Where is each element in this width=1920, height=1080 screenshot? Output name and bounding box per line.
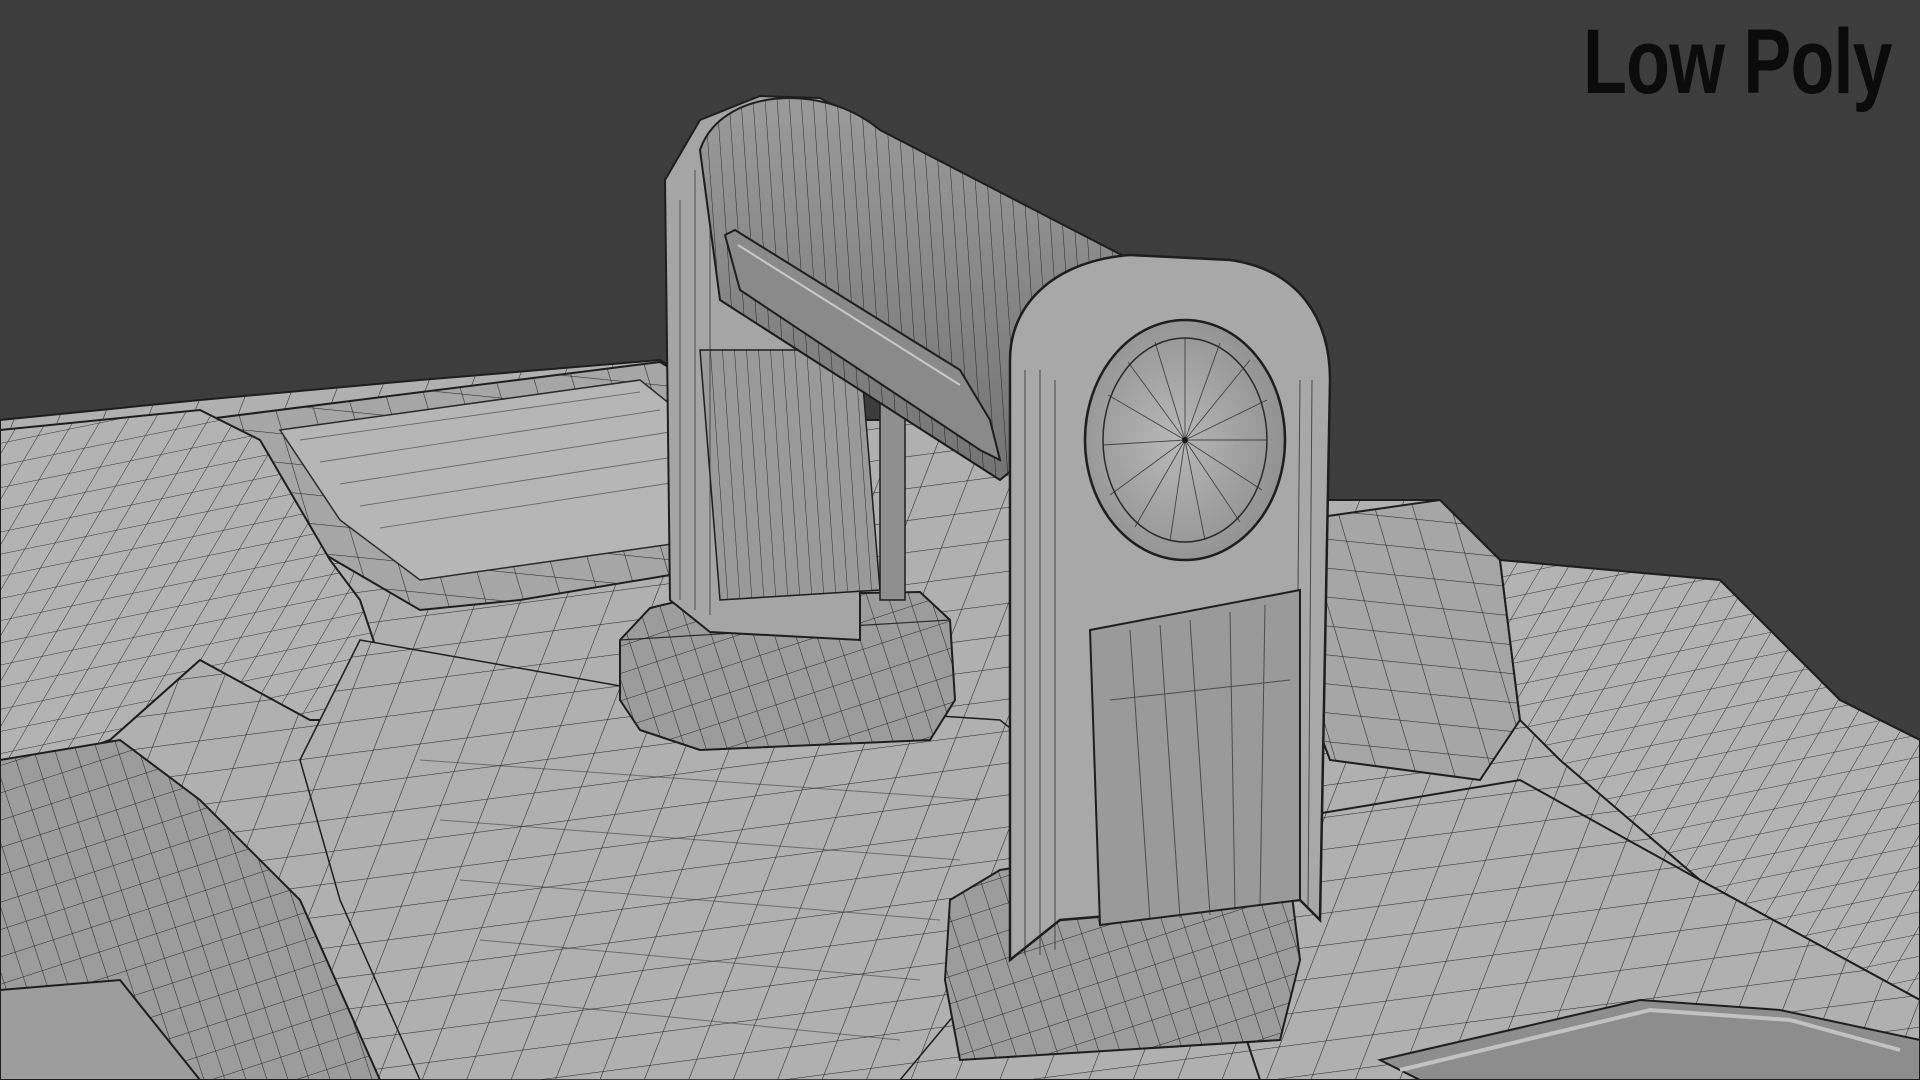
front-post (1008, 253, 1332, 963)
3d-viewport[interactable]: Low Poly (0, 0, 1920, 1080)
render-label: Low Poly (1583, 11, 1893, 113)
wireframe-mesh-render (0, 94, 1920, 1080)
